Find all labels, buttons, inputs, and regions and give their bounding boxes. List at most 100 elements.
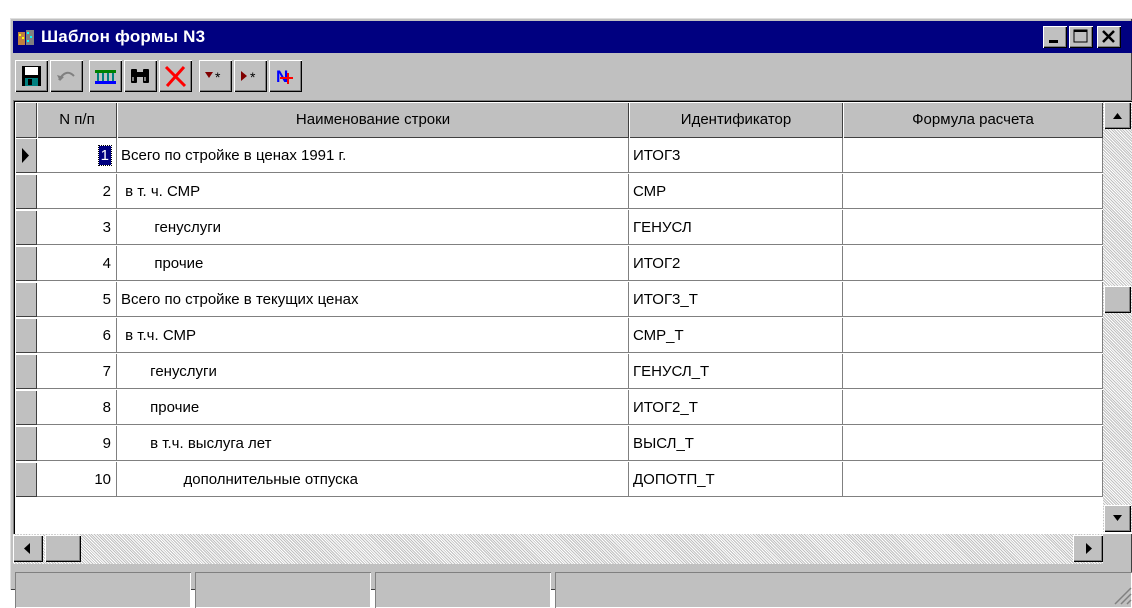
status-panel-4 — [555, 572, 1132, 608]
toolbar: * * N — [13, 54, 1132, 98]
row-indicator[interactable] — [15, 282, 37, 317]
vertical-scroll-thumb[interactable] — [1104, 286, 1131, 313]
row-number-cell[interactable]: 8 — [37, 390, 117, 425]
row-indicator[interactable] — [15, 210, 37, 245]
column-header-identifier[interactable]: Идентификатор — [629, 102, 843, 138]
arrow-left-icon — [24, 543, 30, 554]
table-row[interactable]: 8 прочие ИТОГ2_Т — [13, 390, 1103, 426]
row-name-cell[interactable]: прочие — [117, 246, 629, 281]
delete-button[interactable] — [159, 60, 192, 92]
insert-below-icon: * — [205, 69, 221, 85]
row-formula-cell[interactable] — [843, 174, 1103, 209]
insert-row-button[interactable]: * — [234, 60, 267, 92]
row-number-cell[interactable]: 3 — [37, 210, 117, 245]
row-name-cell[interactable]: генуслуги — [117, 210, 629, 245]
scroll-left-button[interactable] — [13, 535, 43, 562]
row-identifier-cell[interactable]: ИТОГ2_Т — [629, 390, 843, 425]
row-name-cell[interactable]: дополнительные отпуска — [117, 462, 629, 497]
undo-arrow-icon — [57, 71, 75, 81]
row-formula-cell[interactable] — [843, 318, 1103, 353]
row-formula-cell[interactable] — [843, 282, 1103, 317]
row-name-cell[interactable]: в т.ч. выслуга лет — [117, 426, 629, 461]
vertical-scrollbar[interactable] — [1103, 102, 1132, 532]
row-identifier-cell[interactable]: ДОПОТП_Т — [629, 462, 843, 497]
insert-below-button[interactable]: * — [199, 60, 232, 92]
row-number-cell[interactable]: 6 — [37, 318, 117, 353]
row-number-cell[interactable]: 10 — [37, 462, 117, 497]
minimize-button[interactable] — [1043, 26, 1067, 48]
row-formula-cell[interactable] — [843, 390, 1103, 425]
table-row[interactable]: 4 прочие ИТОГ2 — [13, 246, 1103, 282]
undo-button[interactable] — [50, 60, 83, 92]
app-icon — [18, 30, 34, 45]
row-formula-cell[interactable] — [843, 246, 1103, 281]
header-corner — [15, 102, 37, 138]
row-indicator[interactable] — [15, 462, 37, 497]
row-indicator[interactable] — [15, 138, 37, 173]
row-formula-cell[interactable] — [843, 462, 1103, 497]
row-name-cell[interactable]: Всего по стройке в текущих ценах — [117, 282, 629, 317]
row-name-cell[interactable]: Всего по стройке в ценах 1991 г. — [117, 138, 629, 173]
scroll-down-button[interactable] — [1104, 505, 1131, 532]
row-identifier-cell[interactable]: СМР_Т — [629, 318, 843, 353]
title-bar[interactable]: Шаблон формы N3 — [13, 21, 1132, 53]
row-formula-cell[interactable] — [843, 210, 1103, 245]
table-row[interactable]: 9 в т.ч. выслуга лет ВЫСЛ_Т — [13, 426, 1103, 462]
form-template-window: Шаблон формы N3 * * N N п/п Наименование… — [10, 18, 1132, 608]
row-formula-cell[interactable] — [843, 138, 1103, 173]
row-indicator[interactable] — [15, 390, 37, 425]
formula-icon: N — [276, 67, 293, 86]
maximize-button[interactable] — [1069, 26, 1093, 48]
row-name-cell[interactable]: в т. ч. СМР — [117, 174, 629, 209]
table-row[interactable]: 10 дополнительные отпуска ДОПОТП_Т — [13, 462, 1103, 498]
close-button[interactable] — [1097, 26, 1121, 48]
table-row[interactable]: 3 генуслуги ГЕНУСЛ — [13, 210, 1103, 246]
columns-icon — [95, 70, 116, 84]
row-number-cell[interactable]: 7 — [37, 354, 117, 389]
horizontal-scrollbar[interactable] — [13, 534, 1103, 564]
svg-text:*: * — [215, 69, 221, 85]
arrow-up-icon — [1113, 113, 1122, 119]
resize-grip-icon[interactable] — [1111, 584, 1132, 606]
close-icon — [1102, 30, 1115, 43]
row-formula-cell[interactable] — [843, 354, 1103, 389]
row-name-cell[interactable]: прочие — [117, 390, 629, 425]
row-identifier-cell[interactable]: ВЫСЛ_Т — [629, 426, 843, 461]
scroll-right-button[interactable] — [1073, 535, 1103, 562]
row-identifier-cell[interactable]: СМР — [629, 174, 843, 209]
columns-button[interactable] — [89, 60, 122, 92]
row-indicator[interactable] — [15, 354, 37, 389]
table-row[interactable]: 5 Всего по стройке в текущих ценах ИТОГ3_Т — [13, 282, 1103, 318]
status-panel-2 — [195, 572, 371, 608]
row-indicator[interactable] — [15, 318, 37, 353]
save-button[interactable] — [15, 60, 48, 92]
row-identifier-cell[interactable]: ГЕНУСЛ_Т — [629, 354, 843, 389]
data-grid: N п/п Наименование строки Идентификатор … — [13, 100, 1132, 534]
row-indicator[interactable] — [15, 426, 37, 461]
column-header-name[interactable]: Наименование строки — [117, 102, 629, 138]
row-indicator[interactable] — [15, 174, 37, 209]
row-indicator[interactable] — [15, 246, 37, 281]
row-name-cell[interactable]: в т.ч. СМР — [117, 318, 629, 353]
row-identifier-cell[interactable]: ИТОГ2 — [629, 246, 843, 281]
formula-button[interactable]: N — [269, 60, 302, 92]
column-header-number[interactable]: N п/п — [37, 102, 117, 138]
horizontal-scroll-thumb[interactable] — [45, 535, 81, 562]
table-row[interactable]: 6 в т.ч. СМР СМР_Т — [13, 318, 1103, 354]
column-header-formula[interactable]: Формула расчета — [843, 102, 1103, 138]
scroll-up-button[interactable] — [1104, 102, 1131, 129]
row-identifier-cell[interactable]: ИТОГ3_Т — [629, 282, 843, 317]
row-formula-cell[interactable] — [843, 426, 1103, 461]
find-button[interactable] — [124, 60, 157, 92]
table-row[interactable]: 2 в т. ч. СМР СМР — [13, 174, 1103, 210]
row-number-cell[interactable]: 1 — [37, 138, 117, 173]
table-row[interactable]: 7 генуслуги ГЕНУСЛ_Т — [13, 354, 1103, 390]
row-number-cell[interactable]: 2 — [37, 174, 117, 209]
row-number-cell[interactable]: 4 — [37, 246, 117, 281]
table-row[interactable]: 1 Всего по стройке в ценах 1991 г. ИТОГ3 — [13, 138, 1103, 174]
row-number-cell[interactable]: 5 — [37, 282, 117, 317]
row-identifier-cell[interactable]: ГЕНУСЛ — [629, 210, 843, 245]
row-name-cell[interactable]: генуслуги — [117, 354, 629, 389]
row-identifier-cell[interactable]: ИТОГ3 — [629, 138, 843, 173]
row-number-cell[interactable]: 9 — [37, 426, 117, 461]
